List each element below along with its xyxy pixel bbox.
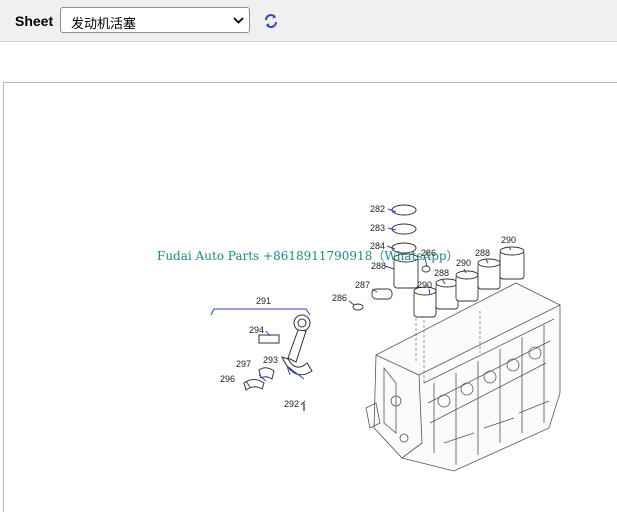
callout-287: 287 xyxy=(355,280,370,290)
callout-290-c: 290 xyxy=(501,235,516,245)
callout-282: 282 xyxy=(370,204,385,214)
callout-288-c: 288 xyxy=(475,248,490,258)
callout-293: 293 xyxy=(263,355,278,365)
chevron-down-icon xyxy=(233,17,244,24)
callout-297: 297 xyxy=(236,359,251,369)
parts-diagram: 282 283 284 288 286 287 286 291 294 293 … xyxy=(210,204,561,472)
callout-288-b: 288 xyxy=(434,268,449,278)
callout-291: 291 xyxy=(256,296,271,306)
sheet-select-value: 发动机活塞 xyxy=(71,17,137,32)
refresh-icon[interactable] xyxy=(262,12,280,30)
callout-286-a: 286 xyxy=(332,293,347,303)
callout-294: 294 xyxy=(249,325,264,335)
sheet-select[interactable]: 发动机活塞 xyxy=(60,7,250,33)
watermark-text: Fudai Auto Parts +8618911790918（WhatsApp… xyxy=(157,249,459,263)
drawing-viewer: 282 283 284 288 286 287 286 291 294 293 … xyxy=(3,82,617,512)
sheet-label: Sheet xyxy=(15,13,54,29)
callout-292: 292 xyxy=(284,399,299,409)
engine-block-drawing xyxy=(365,282,561,472)
callout-296: 296 xyxy=(220,374,235,384)
callout-290-a: 290 xyxy=(417,280,432,290)
callout-283: 283 xyxy=(370,223,385,233)
blank-band xyxy=(0,42,617,82)
toolbar: Sheet 发动机活塞 xyxy=(0,0,617,42)
